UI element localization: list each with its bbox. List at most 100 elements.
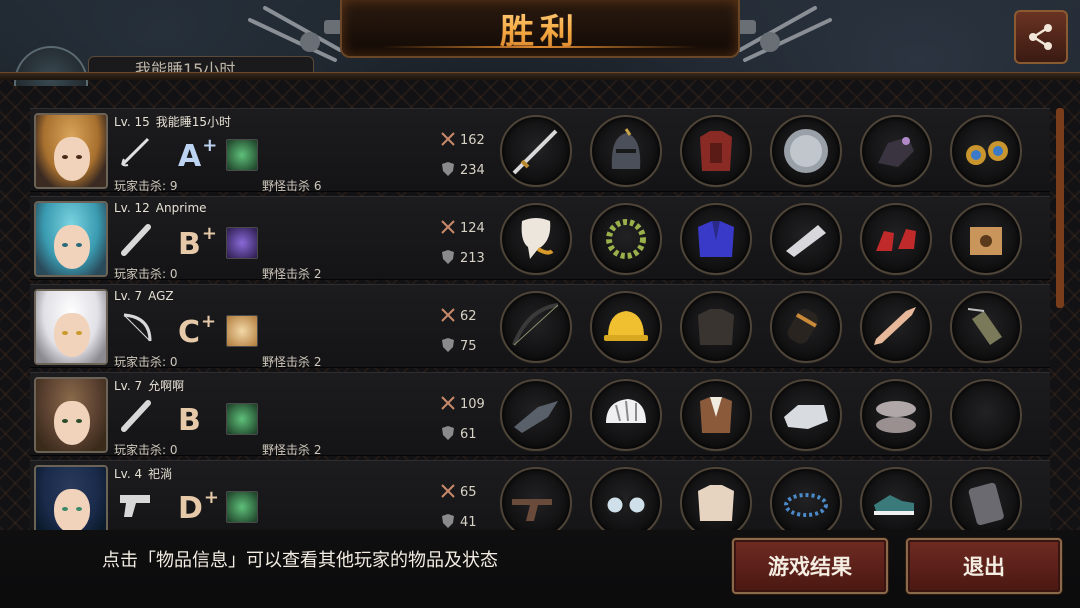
item-slot[interactable] xyxy=(680,115,752,187)
shield-icon xyxy=(442,338,454,352)
item-slot[interactable] xyxy=(500,379,572,451)
item-slot[interactable] xyxy=(950,115,1022,187)
item-slot[interactable] xyxy=(860,115,932,187)
attack-stat: 124 xyxy=(440,219,485,236)
item-slot[interactable] xyxy=(770,291,842,363)
grade-badge: C+ xyxy=(178,311,217,350)
knight-helmet-icon xyxy=(611,128,641,169)
defense-stat: 75 xyxy=(440,337,477,354)
shield-icon xyxy=(442,426,454,440)
item-slot[interactable] xyxy=(500,203,572,275)
avatar xyxy=(34,113,108,189)
player-row[interactable]: Lv. 7 允啊啊 B 玩家击杀: 0 野怪击杀 2 109 61 xyxy=(30,372,1050,457)
item-slot[interactable] xyxy=(950,203,1022,275)
attack-stat: 109 xyxy=(440,395,485,412)
leg-armor-icon xyxy=(968,482,1004,526)
grade-badge: D+ xyxy=(178,487,219,526)
player-kills: 玩家击杀: 0 xyxy=(114,443,178,457)
player-row[interactable]: Lv. 15 我能睡15小时 A+ 玩家击杀: 9 野怪击杀 6 162 234 xyxy=(30,108,1050,193)
item-slot[interactable] xyxy=(770,379,842,451)
scrollbar[interactable] xyxy=(1056,108,1064,308)
avatar xyxy=(34,377,108,453)
shield-icon xyxy=(442,250,454,264)
crossed-swords-icon xyxy=(441,132,455,146)
attack-stat: 162 xyxy=(440,131,485,148)
player-kills: 玩家击杀: 0 xyxy=(114,267,178,281)
crossed-guns-right-icon xyxy=(736,6,832,62)
player-level: Lv. 12 Anprime xyxy=(114,201,207,215)
player-kills: 玩家击杀: 9 xyxy=(114,179,178,193)
title-plate: 胜利 xyxy=(340,0,740,58)
item-slot[interactable] xyxy=(860,467,932,530)
item-slot[interactable] xyxy=(680,467,752,530)
red-heels-icon xyxy=(876,229,916,251)
player-row[interactable]: Lv. 12 Anprime B+ 玩家击杀: 0 野怪击杀 2 124 213 xyxy=(30,196,1050,281)
defense-stat: 61 xyxy=(440,425,477,442)
item-slot[interactable] xyxy=(770,203,842,275)
item-slot[interactable] xyxy=(590,379,662,451)
glove-icon xyxy=(784,405,828,429)
defense-stat: 234 xyxy=(440,161,485,178)
item-slot[interactable] xyxy=(500,291,572,363)
quiver-icon xyxy=(967,308,1002,345)
crossed-swords-icon xyxy=(441,308,455,322)
attack-stat: 65 xyxy=(440,483,477,500)
bird-head-icon xyxy=(514,401,558,433)
item-slot[interactable] xyxy=(680,203,752,275)
monster-kills: 野怪击杀 6 xyxy=(262,179,322,193)
empty-slot-icon xyxy=(958,387,1014,443)
item-slot[interactable] xyxy=(500,467,572,530)
monster-kills: 野怪击杀 2 xyxy=(262,443,322,457)
item-slot[interactable] xyxy=(860,203,932,275)
flintlock-icon xyxy=(512,499,552,521)
item-slot[interactable] xyxy=(860,291,932,363)
player-kills: 玩家击杀: 0 xyxy=(114,355,178,369)
item-slot[interactable] xyxy=(770,115,842,187)
share-button[interactable] xyxy=(1014,10,1068,64)
item-slot[interactable] xyxy=(590,467,662,530)
player-row[interactable]: Lv. 4 祀淌 D+ 65 41 xyxy=(30,460,1050,530)
hard-hat-icon xyxy=(604,311,648,341)
item-slot[interactable] xyxy=(950,291,1022,363)
crossed-swords-icon xyxy=(441,220,455,234)
player-row[interactable]: Lv. 7 AGZ C+ 玩家击杀: 0 野怪击杀 2 62 75 xyxy=(30,284,1050,369)
bat-icon xyxy=(121,224,151,256)
vest-icon xyxy=(700,397,732,433)
item-slot[interactable] xyxy=(950,467,1022,530)
bat-icon xyxy=(121,400,151,432)
item-slot[interactable] xyxy=(950,379,1022,451)
player-level: Lv. 7 AGZ xyxy=(114,289,174,303)
leather-jacket-icon xyxy=(698,309,734,345)
shield-icon xyxy=(442,162,454,176)
share-icon xyxy=(1029,24,1052,50)
item-slot[interactable] xyxy=(590,291,662,363)
item-slot[interactable] xyxy=(680,379,752,451)
player-list[interactable]: Lv. 15 我能睡15小时 A+ 玩家击杀: 9 野怪击杀 6 162 234 … xyxy=(30,108,1050,530)
slippers-icon xyxy=(876,401,916,433)
mask-icon xyxy=(521,218,554,259)
crossed-swords-icon xyxy=(441,396,455,410)
game-result-button[interactable]: 游戏结果 xyxy=(732,538,888,594)
bike-helmet-icon xyxy=(606,399,646,423)
avatar xyxy=(34,201,108,277)
attack-stat: 62 xyxy=(440,307,477,324)
longbow-icon xyxy=(512,303,559,346)
item-slot[interactable] xyxy=(680,291,752,363)
defense-stat: 213 xyxy=(440,249,485,266)
grade-badge: B+ xyxy=(178,223,217,262)
item-slot[interactable] xyxy=(590,115,662,187)
exit-button[interactable]: 退出 xyxy=(906,538,1062,594)
item-slot[interactable] xyxy=(860,379,932,451)
item-slot[interactable] xyxy=(500,115,572,187)
dark-gauntlet-icon xyxy=(878,137,914,167)
skill-purple-icon xyxy=(226,227,258,259)
avatar xyxy=(34,465,108,530)
sword-icon xyxy=(512,129,558,175)
defense-stat: 41 xyxy=(440,513,477,530)
skill-green-icon xyxy=(226,139,258,171)
item-slot[interactable] xyxy=(770,467,842,530)
monster-kills: 野怪击杀 2 xyxy=(262,267,322,281)
bead-bracelet-icon xyxy=(784,493,828,517)
monster-kills: 野怪击杀 2 xyxy=(262,355,322,369)
item-slot[interactable] xyxy=(590,203,662,275)
